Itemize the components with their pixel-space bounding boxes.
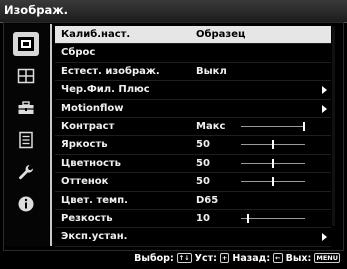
- set-hint-label: Уст:: [194, 252, 217, 264]
- settings-menu: Калиб.наст. Образец Сброс Естест. изображ. В…: [55, 26, 331, 247]
- exit-hint-label: Вых:: [285, 252, 312, 264]
- list-icon[interactable]: [13, 128, 39, 152]
- back-hint-label: Назад:: [232, 252, 271, 264]
- menu-row[interactable]: Сброс: [55, 44, 331, 63]
- slider-knob[interactable]: [272, 177, 274, 187]
- key-help-footer: Выбор: ↑↓ Уст: + Назад: ← Вых: MENU: [134, 251, 341, 265]
- info-icon[interactable]: [13, 192, 39, 216]
- back-key-icon: ←: [273, 253, 283, 263]
- slider-knob[interactable]: [247, 213, 249, 223]
- menu-row-label: Цвет. темп.: [61, 194, 128, 206]
- level-slider[interactable]: [241, 158, 305, 168]
- menu-row[interactable]: Чер.Фил. Плюс: [55, 81, 331, 100]
- level-slider[interactable]: [241, 121, 305, 131]
- submenu-arrow-icon: [322, 104, 327, 113]
- menu-row-label: Motionflow: [61, 102, 124, 114]
- menu-title: Изображ.: [4, 3, 69, 17]
- menu-row[interactable]: Цвет. темп. D65: [55, 192, 331, 210]
- menu-row-label: Оттенок: [61, 176, 109, 188]
- category-sidebar: [4, 24, 49, 246]
- sidebar-divider: [50, 24, 52, 246]
- menu-row-label: Калиб.наст.: [61, 29, 131, 40]
- menu-row[interactable]: Эксп.устан.: [55, 228, 331, 247]
- menu-row-label: Цветность: [61, 157, 122, 169]
- menu-row-value: Выкл: [196, 65, 227, 77]
- menu-row-label: Сброс: [61, 47, 96, 59]
- menu-row-label: Эксп.устан.: [61, 231, 128, 243]
- menu-row-label: Резкость: [61, 212, 113, 224]
- menu-row-value: Образец: [196, 29, 246, 40]
- slider-knob[interactable]: [272, 158, 274, 168]
- menu-row-value: 50: [196, 157, 210, 169]
- menu-row[interactable]: Резкость 10: [55, 210, 331, 229]
- toolbox-icon[interactable]: [13, 96, 39, 120]
- menu-row-value: 50: [196, 139, 210, 151]
- slider-knob[interactable]: [303, 121, 305, 131]
- level-slider[interactable]: [241, 177, 305, 187]
- menu-row-value: Макс: [196, 120, 226, 132]
- updown-key-icon: ↑↓: [176, 253, 192, 263]
- submenu-arrow-icon: [322, 233, 327, 242]
- select-hint-label: Выбор:: [134, 252, 174, 264]
- picture-icon[interactable]: [13, 32, 39, 56]
- menu-row-label: Чер.Фил. Плюс: [61, 84, 150, 96]
- slider-knob[interactable]: [272, 140, 274, 150]
- screen-layout-icon[interactable]: [13, 64, 39, 88]
- menu-row[interactable]: Оттенок 50: [55, 173, 331, 192]
- level-slider[interactable]: [241, 140, 305, 150]
- enter-key-icon: +: [219, 253, 230, 263]
- level-slider[interactable]: [241, 213, 305, 223]
- menu-row-value: D65: [196, 194, 219, 206]
- wrench-icon[interactable]: [13, 160, 39, 184]
- menu-key-icon: MENU: [314, 253, 340, 263]
- menu-row[interactable]: Цветность 50: [55, 155, 331, 174]
- menu-row[interactable]: Естест. изображ. Выкл: [55, 63, 331, 82]
- menu-row[interactable]: Контраст Макс: [55, 118, 331, 137]
- menu-row-value: 50: [196, 176, 210, 188]
- title-bar: Изображ.: [0, 0, 347, 23]
- submenu-arrow-icon: [322, 86, 327, 95]
- menu-row-label: Яркость: [61, 139, 108, 151]
- menu-row[interactable]: Motionflow: [55, 100, 331, 118]
- menu-row-label: Естест. изображ.: [61, 65, 160, 77]
- menu-row-value: 10: [196, 212, 210, 224]
- menu-scrollbar[interactable]: [332, 26, 335, 226]
- menu-row[interactable]: Калиб.наст. Образец: [55, 26, 331, 45]
- menu-row-label: Контраст: [61, 120, 115, 132]
- menu-row[interactable]: Яркость 50: [55, 136, 331, 155]
